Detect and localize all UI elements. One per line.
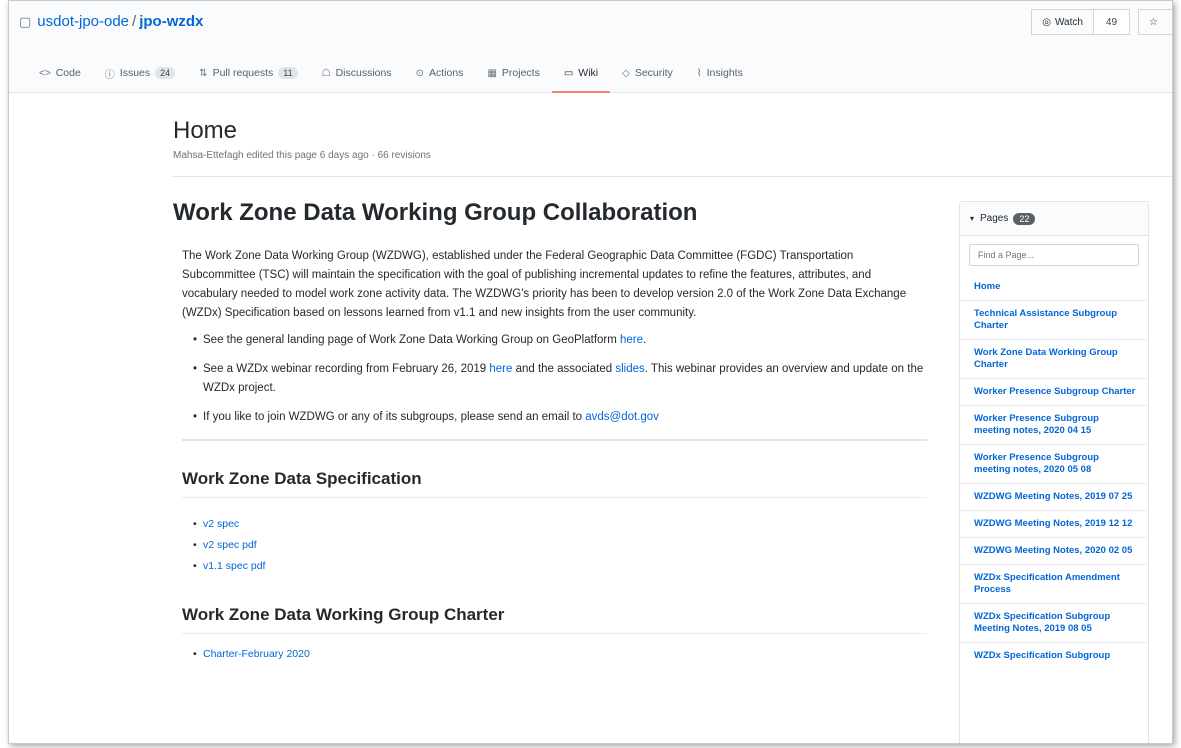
list-item: See a WZDx webinar recording from Februa… <box>173 360 927 398</box>
sidebar-page-link[interactable]: WZDx Specification Subgroup Meeting Note… <box>960 603 1148 642</box>
sidebar-page-link[interactable]: WZDWG Meeting Notes, 2019 07 25 <box>960 483 1148 510</box>
tab-label: Actions <box>429 67 464 79</box>
tab-label: Wiki <box>578 67 599 79</box>
sidebar-page-link[interactable]: Worker Presence Subgroup meeting notes, … <box>960 444 1148 483</box>
caret-down-icon: ▾ <box>970 214 975 223</box>
list-item: v1.1 spec pdf <box>173 556 927 577</box>
sidebar-page-link[interactable]: WZDWG Meeting Notes, 2020 02 05 <box>960 537 1148 564</box>
tab-label: Issues <box>119 67 151 79</box>
header-divider <box>173 176 1172 177</box>
v11-spec-pdf-link[interactable]: v1.1 spec pdf <box>203 560 265 572</box>
list-item: If you like to join WZDWG or any of its … <box>173 408 927 427</box>
spec-links: v2 spec v2 spec pdf v1.1 spec pdf <box>173 514 927 577</box>
wiki-icon: ▭ <box>563 67 574 79</box>
tab-label: Pull requests <box>212 67 274 79</box>
section-divider <box>182 439 927 441</box>
content-heading: Work Zone Data Working Group Collaborati… <box>173 199 698 226</box>
repo-header: ▢ usdot-jpo-ode / jpo-wzdx ◎ Watch 49 ☆ … <box>9 1 1172 93</box>
wiki-page-header: Home Mahsa-Ettefagh edited this page 6 d… <box>173 117 1172 161</box>
webinar-link[interactable]: here <box>489 363 512 375</box>
tab-insights[interactable]: ⌇ Insights <box>685 55 755 93</box>
page-title: Home <box>173 117 238 144</box>
repo-icon: ▢ <box>19 13 32 29</box>
find-page-field[interactable] <box>969 244 1139 266</box>
tab-label: Insights <box>706 67 743 79</box>
tab-actions[interactable]: ⊙ Actions <box>404 55 476 93</box>
tab-label: Security <box>634 67 673 79</box>
find-page-input[interactable] <box>976 249 1132 261</box>
issue-icon: ⓘ <box>104 69 115 81</box>
repo-actions: ◎ Watch 49 ☆ <box>1031 9 1172 35</box>
tab-count-badge: 11 <box>278 67 298 79</box>
repo-title: ▢ usdot-jpo-ode / jpo-wzdx <box>19 13 203 30</box>
list-item: v2 spec <box>173 514 927 535</box>
watch-label: Watch <box>1054 16 1083 28</box>
browser-frame: ▢ usdot-jpo-ode / jpo-wzdx ◎ Watch 49 ☆ … <box>8 0 1173 744</box>
tab-projects[interactable]: ▦ Projects <box>475 55 551 93</box>
graph-icon: ⌇ <box>696 67 702 79</box>
list-item: v2 spec pdf <box>173 535 927 556</box>
v2-spec-link[interactable]: v2 spec <box>203 518 239 530</box>
shield-icon: ◇ <box>622 67 630 79</box>
charter-heading: Work Zone Data Working Group Charter <box>182 605 927 634</box>
tab-count-badge: 24 <box>155 67 176 79</box>
sidebar-page-link[interactable]: Technical Assistance Subgroup Charter <box>960 300 1148 339</box>
pages-count: 22 <box>1013 212 1036 225</box>
geoplatform-link[interactable]: here <box>620 334 643 346</box>
sidebar-page-link[interactable]: Worker Presence Subgroup meeting notes, … <box>960 405 1148 444</box>
projects-icon: ▦ <box>487 67 497 79</box>
sidebar-page-link[interactable]: WZDWG Meeting Notes, 2019 12 12 <box>960 510 1148 537</box>
v2-spec-pdf-link[interactable]: v2 spec pdf <box>203 539 257 551</box>
sidebar-page-link[interactable]: WZDx Specification Amendment Process <box>960 564 1148 603</box>
repo-name-link[interactable]: jpo-wzdx <box>139 13 203 30</box>
watch-count[interactable]: 49 <box>1093 9 1131 35</box>
tab-label: Code <box>55 67 81 79</box>
pull-request-icon: ⇅ <box>199 67 208 79</box>
repo-owner-link[interactable]: usdot-jpo-ode <box>37 13 129 30</box>
pages-sidebar: ▾ Pages 22 HomeTechnical Assistance Subg… <box>959 201 1149 743</box>
star-icon: ☆ <box>1149 16 1158 28</box>
spec-heading: Work Zone Data Specification <box>182 469 927 498</box>
list-item: See the general landing page of Work Zon… <box>173 331 927 350</box>
tab-label: Discussions <box>335 67 392 79</box>
discussions-icon: ☖ <box>321 67 331 79</box>
slides-link[interactable]: slides <box>615 363 644 375</box>
tab-wiki[interactable]: ▭ Wiki <box>551 55 611 93</box>
intro-bullets: See the general landing page of Work Zon… <box>173 331 927 427</box>
page-meta: Mahsa-Ettefagh edited this page 6 days a… <box>173 150 431 161</box>
list-item: Charter-February 2020 <box>173 644 927 665</box>
star-button[interactable]: ☆ <box>1138 9 1172 35</box>
tab-issues[interactable]: ⓘ Issues 24 <box>93 55 187 93</box>
sidebar-page-link[interactable]: Home <box>960 274 1148 300</box>
pages-toggle[interactable]: ▾ Pages 22 <box>960 202 1148 236</box>
tab-pull-requests[interactable]: ⇅ Pull requests 11 <box>187 55 309 93</box>
intro-paragraph: The Work Zone Data Working Group (WZDWG)… <box>182 250 907 319</box>
sidebar-page-link[interactable]: WZDx Specification Subgroup <box>960 642 1148 669</box>
sidebar-page-link[interactable]: Work Zone Data Working Group Charter <box>960 339 1148 378</box>
actions-icon: ⊙ <box>415 67 424 79</box>
repo-separator: / <box>132 13 137 30</box>
sidebar-page-link[interactable]: Worker Presence Subgroup Charter <box>960 378 1148 405</box>
charter-link[interactable]: Charter-February 2020 <box>203 648 310 660</box>
tab-discussions[interactable]: ☖ Discussions <box>310 55 404 93</box>
tab-label: Projects <box>501 67 540 79</box>
watch-button[interactable]: ◎ Watch <box>1031 9 1094 35</box>
code-icon: <> <box>39 67 51 79</box>
repo-tabs: <> Code ⓘ Issues 24 ⇅ Pull requests 11 ☖ Discussi… <box>27 55 755 93</box>
wiki-content: Work Zone Data Working Group Collaborati… <box>173 199 927 665</box>
tab-security[interactable]: ◇ Security <box>610 55 685 93</box>
pages-list: Home Technical Assistance Subgroup Charte… <box>960 274 1148 669</box>
email-link[interactable]: avds@dot.gov <box>585 411 659 423</box>
eye-icon: ◎ <box>1042 16 1051 28</box>
charter-links: Charter-February 2020 <box>173 644 927 665</box>
pages-label: Pages <box>980 213 1009 224</box>
tab-code[interactable]: <> Code <box>27 55 93 93</box>
